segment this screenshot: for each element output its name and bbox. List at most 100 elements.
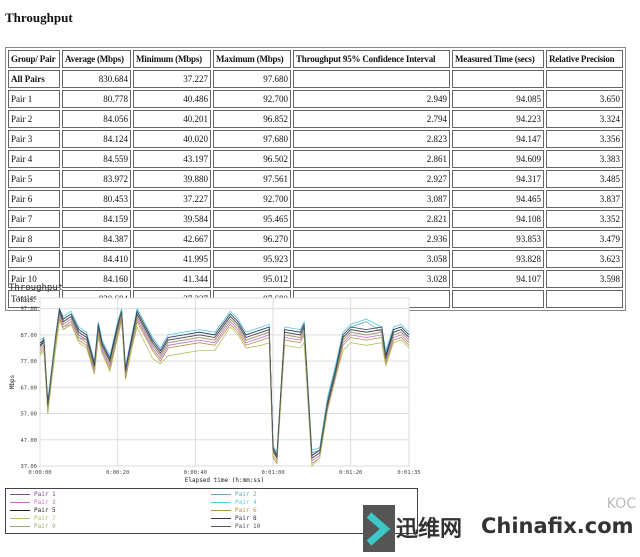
legend-swatch (10, 517, 30, 519)
cell: 39.584 (133, 210, 211, 228)
legend-label: Pair 8 (235, 514, 257, 522)
row-label: Pair 2 (8, 110, 60, 128)
cell: 94.147 (452, 130, 544, 148)
x-tick-label: 0:01:20 (339, 470, 362, 476)
table-row: Pair 3 84.124 40.020 97.680 2.823 94.147 3.356 (8, 130, 623, 148)
column-header: Group/ Pair (8, 50, 60, 68)
cell: 43.197 (133, 150, 211, 168)
x-tick-label: 0:00:00 (28, 470, 51, 476)
legend-swatch (211, 509, 231, 511)
legend-swatch (10, 501, 30, 503)
cell: 2.823 (293, 130, 450, 148)
row-label: Pair 9 (8, 250, 60, 268)
cell: 84.159 (62, 210, 131, 228)
legend-item: Pair 4 (211, 498, 257, 506)
cell: 96.852 (213, 110, 291, 128)
cell: 3.598 (546, 270, 623, 288)
column-header: Measured Time (secs) (452, 50, 544, 68)
legend-item: Pair 10 (211, 522, 260, 530)
row-label: Pair 6 (8, 190, 60, 208)
legend-label: Pair 10 (235, 522, 261, 530)
legend-item: Pair 9 (10, 522, 56, 530)
cell: 96.270 (213, 230, 291, 248)
cell: 97.680 (213, 70, 291, 88)
x-tick-label: 0:01:00 (261, 470, 284, 476)
cell (293, 70, 450, 88)
y-tick-label: 87.00 (20, 333, 37, 339)
table-row: Pair 2 84.056 40.201 96.852 2.794 94.223 3.324 (8, 110, 623, 128)
table-row: Pair 5 83.972 39.880 97.561 2.927 94.317 3.485 (8, 170, 623, 188)
cell: 92.700 (213, 190, 291, 208)
cell: 40.020 (133, 130, 211, 148)
row-label: Pair 8 (8, 230, 60, 248)
cell: 84.056 (62, 110, 131, 128)
cell: 84.387 (62, 230, 131, 248)
table-row: Pair 8 84.387 42.667 96.270 2.936 93.853 3.479 (8, 230, 623, 248)
y-tick-label: 97.00 (20, 307, 37, 313)
legend-item: Pair 3 (10, 498, 56, 506)
y-tick-label: 67.00 (20, 385, 37, 391)
chevron-right-icon (366, 512, 391, 546)
column-header: Throughput 95% Confidence Interval (293, 50, 450, 68)
cell: 84.124 (62, 130, 131, 148)
cell: 3.087 (293, 190, 450, 208)
throughput-table: Group/ Pair Average (Mbps) Minimum (Mbps) M… (5, 47, 626, 311)
cell: 94.465 (452, 190, 544, 208)
cell: 2.936 (293, 230, 450, 248)
legend-label: Pair 5 (34, 506, 56, 514)
legend-label: Pair 9 (34, 522, 56, 530)
cell: 3.058 (293, 250, 450, 268)
cell: 37.227 (133, 70, 211, 88)
legend-label: Pair 3 (34, 498, 56, 506)
legend-label: Pair 1 (34, 490, 56, 498)
column-header: Maximum (Mbps) (213, 50, 291, 68)
legend-swatch (211, 525, 231, 527)
cell: 95.465 (213, 210, 291, 228)
cell: 3.352 (546, 210, 623, 228)
legend-label: Pair 2 (235, 490, 257, 498)
cell: 83.972 (62, 170, 131, 188)
cell (546, 70, 623, 88)
cell: 84.559 (62, 150, 131, 168)
cell: 2.927 (293, 170, 450, 188)
row-label: Pair 1 (8, 90, 60, 108)
cell: 41.995 (133, 250, 211, 268)
legend-swatch (10, 493, 30, 495)
legend-item: Pair 5 (10, 506, 56, 514)
legend-swatch (10, 525, 30, 527)
row-label: Pair 5 (8, 170, 60, 188)
column-header: Average (Mbps) (62, 50, 131, 68)
legend-item: Pair 8 (211, 514, 257, 522)
page-title: Throughput (5, 10, 73, 25)
y-tick-label: 57.00 (20, 412, 37, 418)
cell: 3.324 (546, 110, 623, 128)
cell: 2.861 (293, 150, 450, 168)
legend-swatch (211, 517, 231, 519)
cell: 84.410 (62, 250, 131, 268)
legend-label: Pair 7 (34, 514, 56, 522)
cell: 94.609 (452, 150, 544, 168)
cell: 94.107 (452, 270, 544, 288)
cell: 39.880 (133, 170, 211, 188)
table-row: Pair 9 84.410 41.995 95.923 3.058 93.828 3.623 (8, 250, 623, 268)
watermark-en: Chinafix.com (481, 514, 634, 538)
x-tick-label: 0:01:35 (397, 470, 420, 476)
cell: 2.949 (293, 90, 450, 108)
cell: 3.623 (546, 250, 623, 268)
cell: 96.502 (213, 150, 291, 168)
watermark: 迅维网 Chinafix.com KOC (363, 496, 640, 552)
cell: 80.778 (62, 90, 131, 108)
watermark-cn: 迅维网 (396, 517, 463, 542)
table-row: Pair 6 80.453 37.227 92.700 3.087 94.465 3.837 (8, 190, 623, 208)
cell: 93.828 (452, 250, 544, 268)
y-tick-label: 47.00 (20, 438, 37, 444)
cell: 3.650 (546, 90, 623, 108)
cell: 92.700 (213, 90, 291, 108)
x-axis-label: Elapsed time (h:mm:ss) (185, 477, 264, 484)
cell: 94.108 (452, 210, 544, 228)
column-header: Minimum (Mbps) (133, 50, 211, 68)
cell: 3.837 (546, 190, 623, 208)
cell: 94.223 (452, 110, 544, 128)
cell: 3.479 (546, 230, 623, 248)
y-tick-label: 101.05 (17, 296, 37, 302)
